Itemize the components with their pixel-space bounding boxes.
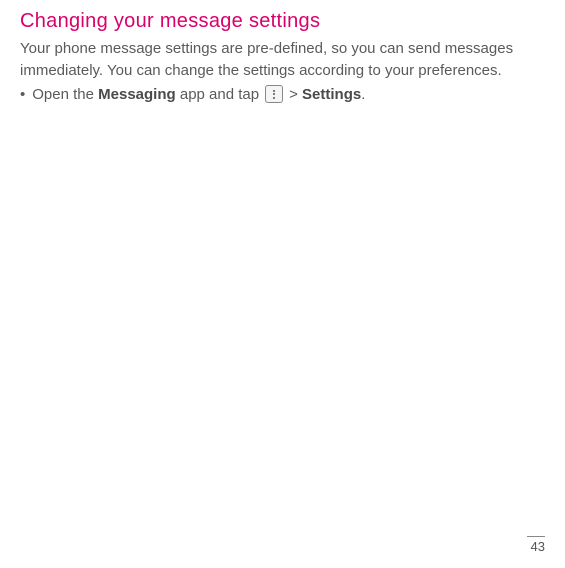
instruction-text: Open the Messaging app and tap bbox=[32, 84, 259, 105]
section-heading: Changing your message settings bbox=[20, 10, 545, 33]
page-number: 43 bbox=[527, 536, 545, 554]
settings-bold: Settings bbox=[302, 86, 361, 103]
body-paragraph-line1: Your phone message settings are pre-defi… bbox=[20, 39, 545, 59]
overflow-menu-icon bbox=[265, 85, 283, 103]
instruction-text-2: > Settings. bbox=[289, 84, 365, 105]
text-prefix: Open the bbox=[32, 86, 98, 103]
text-suffix: . bbox=[361, 86, 365, 103]
body-paragraph-line2: immediately. You can change the settings… bbox=[20, 61, 545, 81]
app-name-bold: Messaging bbox=[98, 86, 176, 103]
text-gt: > bbox=[289, 86, 302, 103]
instruction-bullet: • Open the Messaging app and tap > Setti… bbox=[20, 84, 545, 105]
text-middle: app and tap bbox=[176, 86, 259, 103]
three-dots-icon bbox=[273, 90, 275, 99]
bullet-dot: • bbox=[20, 84, 25, 105]
